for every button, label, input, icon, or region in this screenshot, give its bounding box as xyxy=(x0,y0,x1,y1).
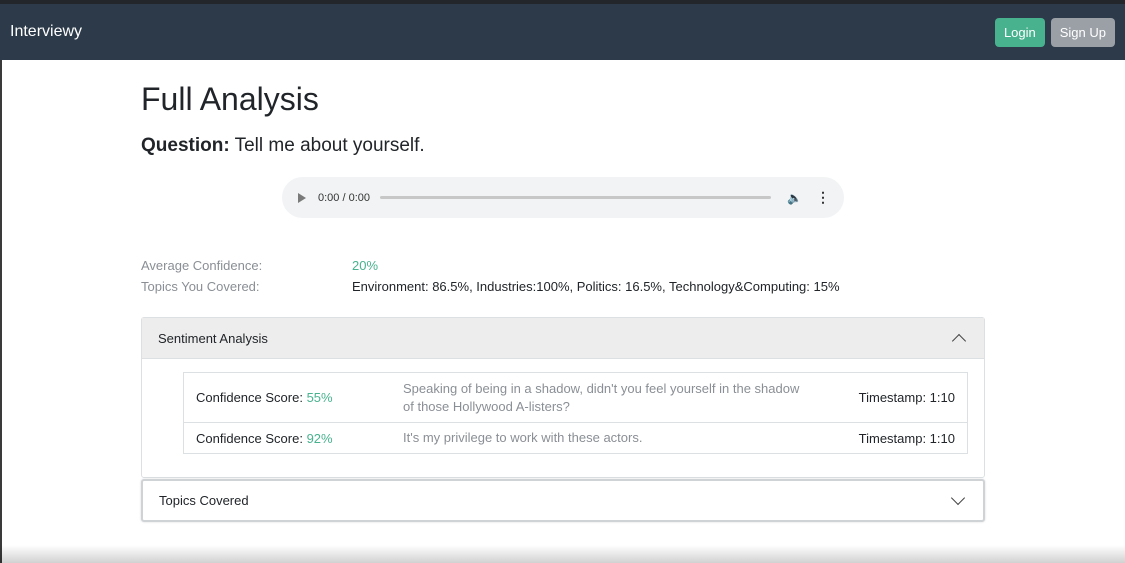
sentiment-analysis-title: Sentiment Analysis xyxy=(158,330,268,346)
confidence-score-label: Confidence Score: xyxy=(196,430,303,446)
timestamp: Timestamp: 1:10 xyxy=(858,390,955,405)
stat-average-confidence: Average Confidence: 20% xyxy=(141,255,985,276)
sentiment-analysis-panel: Sentiment Analysis Confidence Score: 55%… xyxy=(141,317,985,478)
sentiment-row: Confidence Score: 92% It's my privilege … xyxy=(184,423,967,453)
topics-label: Topics You Covered: xyxy=(141,279,260,294)
topics-value: Environment: 86.5%, Industries:100%, Pol… xyxy=(352,279,840,294)
window-left-edge xyxy=(0,60,2,563)
sentiment-row: Confidence Score: 55% Speaking of being … xyxy=(184,373,967,423)
sentiment-table: Confidence Score: 55% Speaking of being … xyxy=(183,372,968,454)
signup-button[interactable]: Sign Up xyxy=(1050,17,1115,47)
login-button[interactable]: Login xyxy=(994,17,1045,47)
average-confidence-label: Average Confidence: xyxy=(141,258,263,273)
question-text: Tell me about yourself. xyxy=(234,135,425,156)
average-confidence-value: 20% xyxy=(352,258,379,273)
topics-covered-title: Topics Covered xyxy=(159,493,249,508)
navbar: Interviewy Login Sign Up xyxy=(0,4,1125,60)
brand-logo[interactable]: Interviewy xyxy=(10,23,82,41)
sentiment-analysis-header[interactable]: Sentiment Analysis xyxy=(142,318,984,359)
confidence-score-value: 92% xyxy=(306,430,333,446)
topics-covered-panel[interactable]: Topics Covered xyxy=(141,479,985,522)
nav-buttons: Login Sign Up xyxy=(994,17,1115,47)
main-content: Full Analysis Question: Tell me about yo… xyxy=(141,60,985,158)
confidence-score: Confidence Score: 92% xyxy=(196,431,403,446)
audio-time: 0:00 / 0:00 xyxy=(318,191,370,204)
stats-summary: Average Confidence: 20% Topics You Cover… xyxy=(141,255,985,297)
chevron-up-icon[interactable] xyxy=(951,333,967,348)
confidence-score-label: Confidence Score: xyxy=(196,390,303,405)
audio-seek-bar[interactable] xyxy=(380,196,772,199)
stat-topics: Topics You Covered: Environment: 86.5%, … xyxy=(141,276,985,297)
volume-icon[interactable]: 🔈 xyxy=(787,191,802,205)
sentiment-analysis-body: Confidence Score: 55% Speaking of being … xyxy=(142,359,984,477)
question: Question: Tell me about yourself. xyxy=(141,134,985,158)
confidence-score-value: 55% xyxy=(306,390,333,405)
sentiment-text: It's my privilege to work with these act… xyxy=(403,430,643,445)
audio-player[interactable]: 0:00 / 0:00 🔈 ⋮ xyxy=(282,177,844,218)
play-icon[interactable] xyxy=(298,192,306,203)
question-label: Question: xyxy=(141,135,230,156)
confidence-score: Confidence Score: 55% xyxy=(196,390,403,405)
bottom-shadow xyxy=(0,545,1125,563)
more-vert-icon[interactable]: ⋮ xyxy=(816,189,830,206)
timestamp: Timestamp: 1:10 xyxy=(858,430,955,446)
sentiment-text: Speaking of being in a shadow, didn't yo… xyxy=(403,380,800,414)
chevron-down-icon[interactable] xyxy=(950,490,966,505)
page-title: Full Analysis xyxy=(141,81,319,117)
